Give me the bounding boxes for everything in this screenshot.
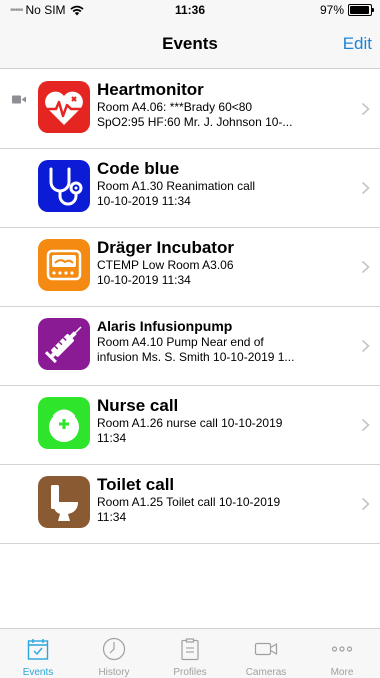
event-detail: Room A1.26 nurse call 10-10-2019 11:34 — [97, 416, 283, 445]
event-title: Heartmonitor — [97, 80, 204, 99]
page-title: Events — [162, 34, 218, 53]
event-list: Heartmonitor Room A4.06: ***Brady 60<80 … — [0, 70, 380, 544]
event-text: Heartmonitor Room A4.06: ***Brady 60<80 … — [97, 80, 350, 130]
event-text: Nurse call Room A1.26 nurse call 10-10-2… — [97, 396, 350, 446]
clipboard-icon — [181, 638, 199, 661]
tab-label: More — [330, 667, 354, 678]
event-detail: Room A1.25 Toilet call 10-10-2019 11:34 — [97, 495, 281, 524]
heartmonitor-icon — [38, 81, 90, 133]
calendar-check-icon — [27, 639, 49, 660]
syringe-icon — [38, 318, 90, 370]
event-text: Alaris Infusionpump Room A4.10 Pump Near… — [97, 317, 350, 365]
tab-label: Profiles — [173, 667, 207, 678]
chevron-right-icon — [361, 260, 370, 274]
video-camera-icon — [254, 642, 278, 656]
tab-more[interactable]: More — [304, 629, 380, 678]
battery-icon — [348, 4, 374, 16]
chevron-right-icon — [361, 497, 370, 511]
tab-label: Cameras — [245, 667, 287, 678]
tab-history[interactable]: History — [76, 629, 152, 678]
event-text: Dräger Incubator CTEMP Low Room A3.06 10… — [97, 238, 350, 288]
tab-bar: Events History Profiles Cameras More — [0, 628, 380, 678]
event-row-nurse-call[interactable]: Nurse call Room A1.26 nurse call 10-10-2… — [0, 386, 380, 465]
navigation-bar: Events Edit — [0, 20, 380, 69]
stethoscope-icon — [38, 160, 90, 212]
chevron-right-icon — [361, 339, 370, 353]
event-title: Nurse call — [97, 396, 179, 415]
event-text: Toilet call Room A1.25 Toilet call 10-10… — [97, 475, 350, 525]
event-row-alaris-infusionpump[interactable]: Alaris Infusionpump Room A4.10 Pump Near… — [0, 307, 380, 386]
tab-events[interactable]: Events — [0, 629, 76, 678]
event-title: Code blue — [97, 159, 180, 178]
tab-profiles[interactable]: Profiles — [152, 629, 228, 678]
nurse-call-icon — [38, 397, 90, 449]
event-title: Dräger Incubator — [97, 238, 234, 257]
event-row-drager-incubator[interactable]: Dräger Incubator CTEMP Low Room A3.06 10… — [0, 228, 380, 307]
camera-indicator-icon — [12, 95, 26, 104]
event-title: Alaris Infusionpump — [97, 318, 233, 334]
battery-percent: 97% — [319, 3, 344, 17]
incubator-icon — [38, 239, 90, 291]
event-row-code-blue[interactable]: Code blue Room A1.30 Reanimation call 10… — [0, 149, 380, 228]
event-row-toilet-call[interactable]: Toilet call Room A1.25 Toilet call 10-10… — [0, 465, 380, 544]
clock-icon — [102, 637, 126, 661]
event-detail: Room A1.30 Reanimation call 10-10-2019 1… — [97, 179, 256, 208]
event-detail: Room A4.10 Pump Near end of infusion Ms.… — [97, 335, 295, 364]
event-row-heartmonitor[interactable]: Heartmonitor Room A4.06: ***Brady 60<80 … — [0, 70, 380, 149]
tab-label: Events — [22, 667, 54, 678]
toilet-icon — [38, 476, 90, 528]
status-bar: ••••• No SIM 11:36 97% — [0, 0, 380, 20]
event-text: Code blue Room A1.30 Reanimation call 10… — [97, 159, 350, 209]
event-detail: Room A4.06: ***Brady 60<80 SpO2:95 HF:60… — [97, 100, 293, 129]
status-battery-group: 97% — [319, 3, 374, 17]
edit-button[interactable]: Edit — [343, 34, 372, 54]
chevron-right-icon — [361, 181, 370, 195]
chevron-right-icon — [361, 418, 370, 432]
tab-label: History — [98, 667, 130, 678]
event-detail: CTEMP Low Room A3.06 10-10-2019 11:34 — [97, 258, 234, 287]
chevron-right-icon — [361, 102, 370, 116]
event-title: Toilet call — [97, 475, 175, 494]
more-dots-icon — [331, 646, 353, 652]
tab-cameras[interactable]: Cameras — [228, 629, 304, 678]
